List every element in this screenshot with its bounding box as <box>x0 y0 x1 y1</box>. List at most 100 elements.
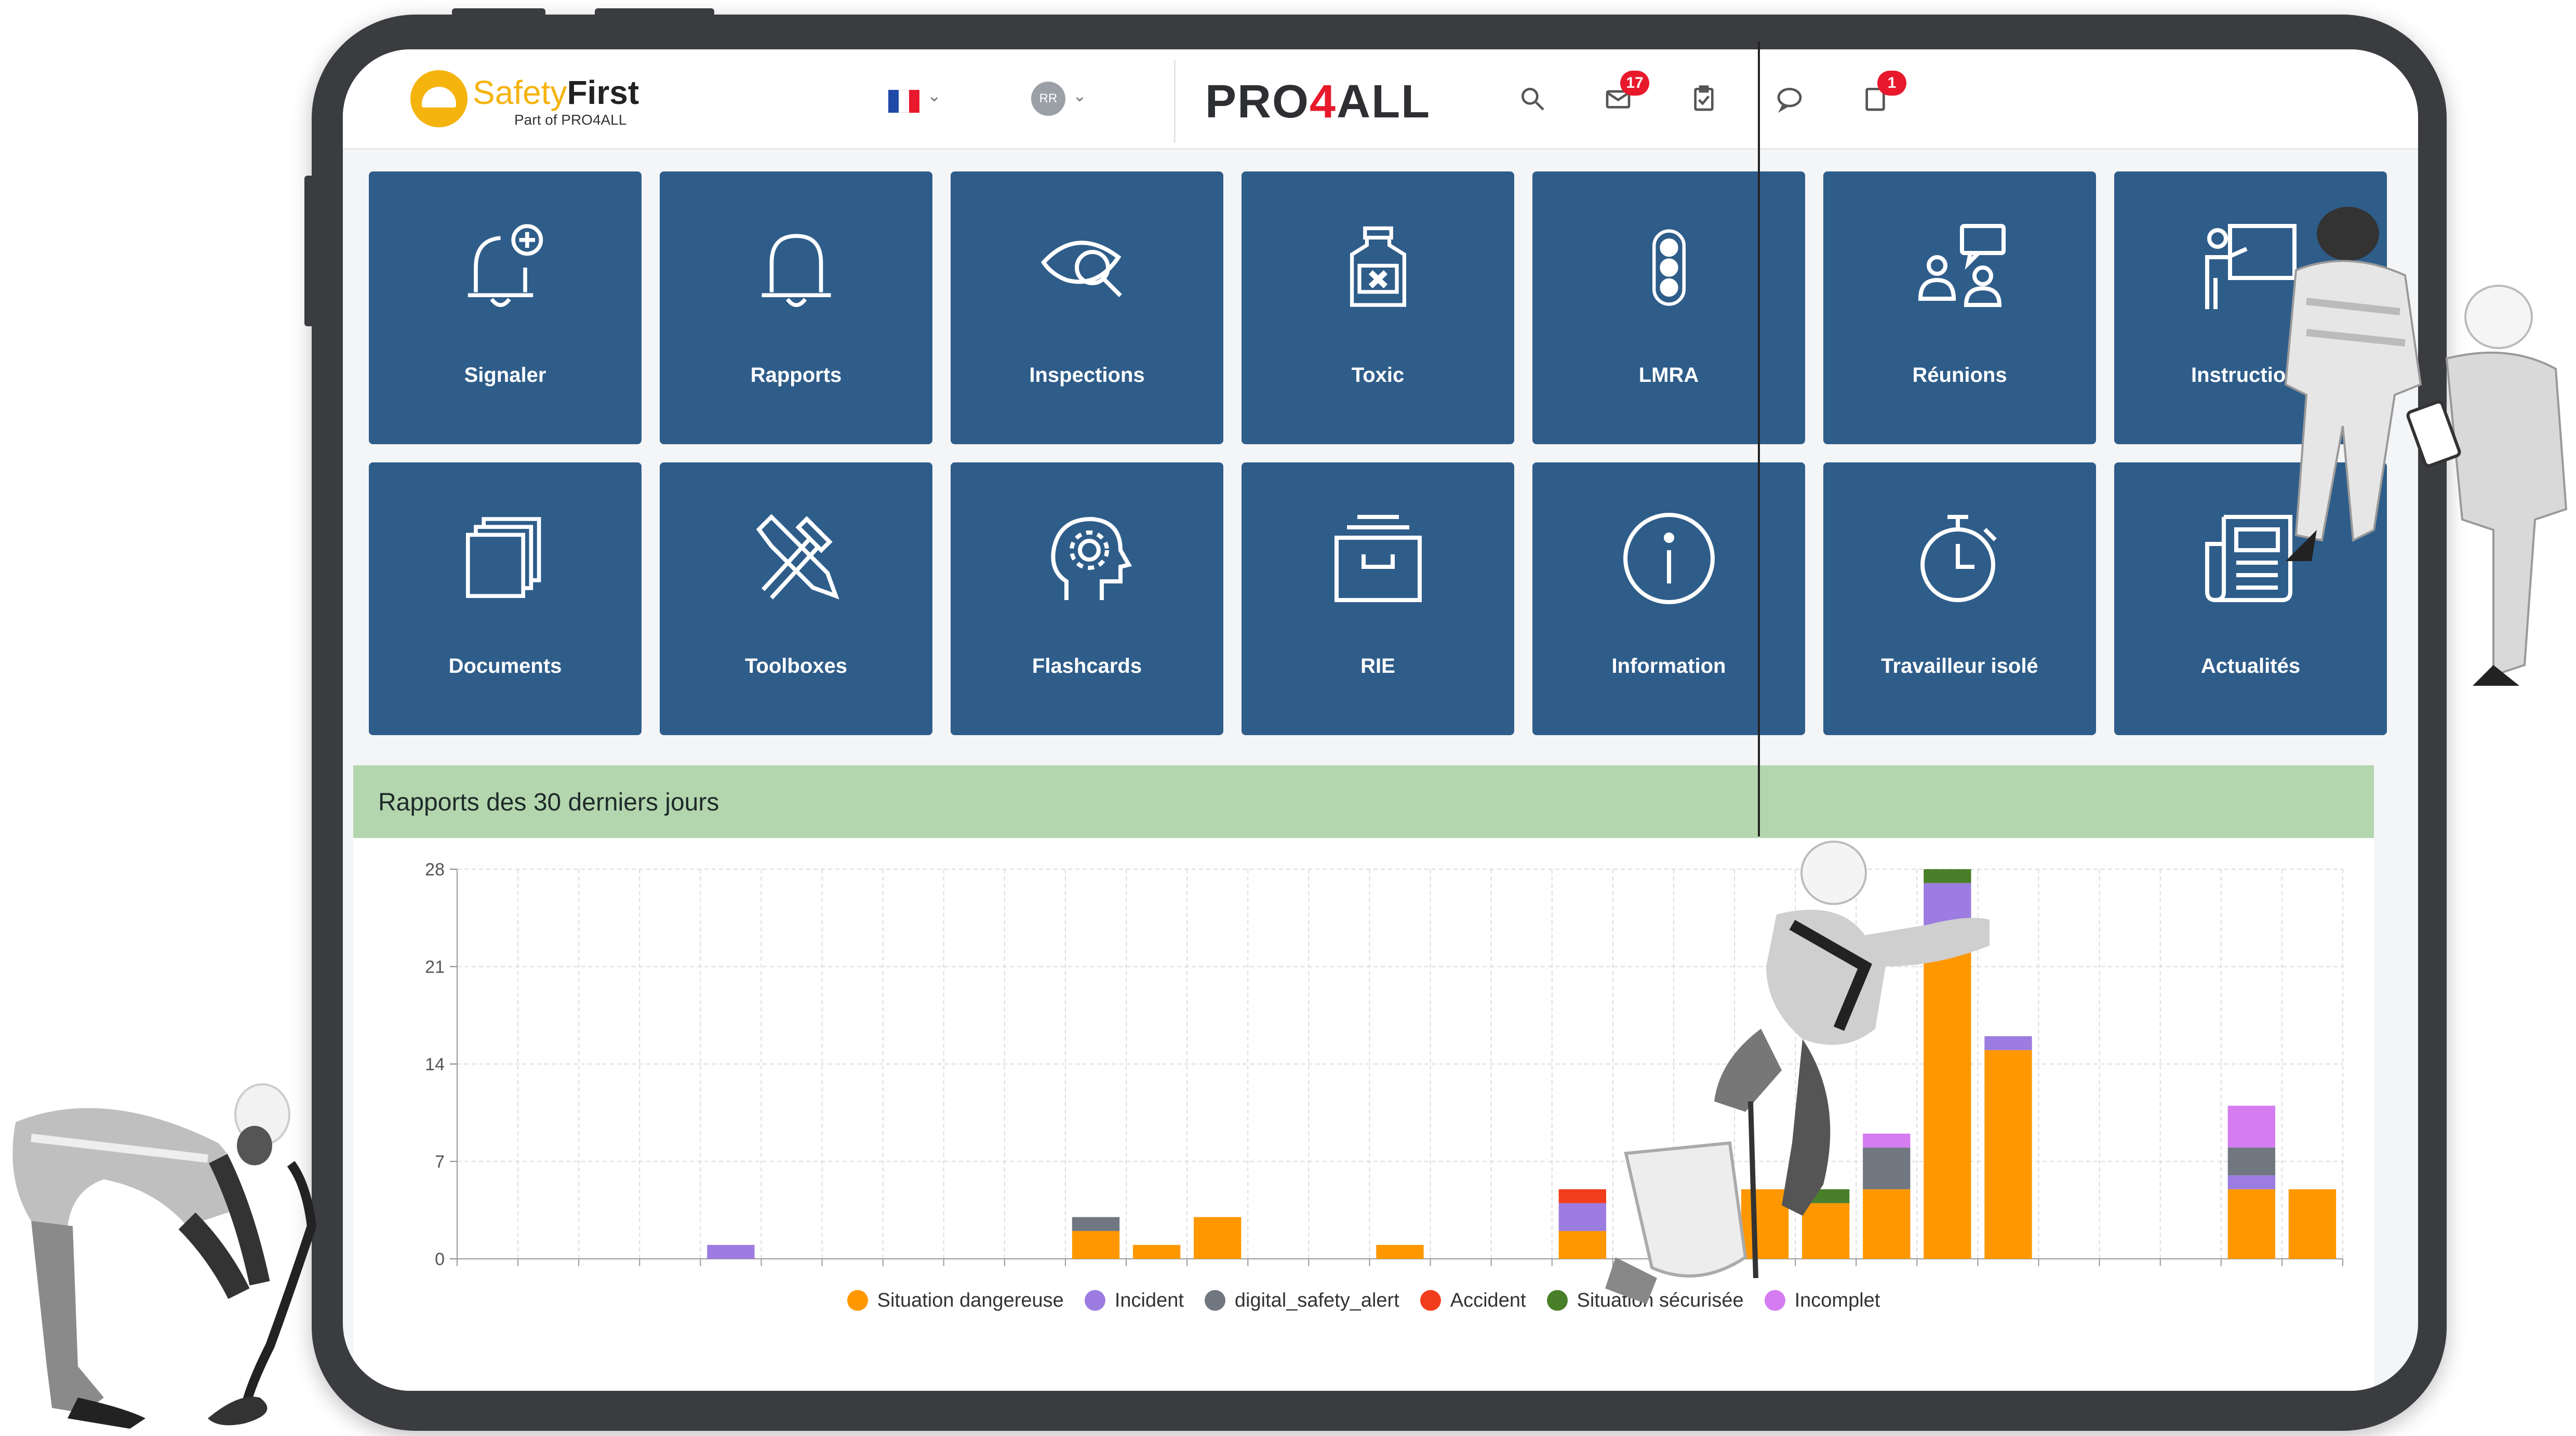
pro4all-text-a: PRO <box>1205 76 1310 128</box>
tile-label: RIE <box>1360 655 1395 677</box>
legend-item[interactable]: Situation dangereuse <box>847 1285 1064 1316</box>
clipboard-check-icon[interactable] <box>1683 78 1725 119</box>
y-tick-label: 7 <box>435 1152 445 1172</box>
mail-badge: 17 <box>1620 71 1649 96</box>
notes-icon[interactable]: 1 <box>1854 71 1906 119</box>
tile-inspections[interactable]: Inspections <box>951 171 1223 444</box>
legend-dot <box>1084 1290 1105 1311</box>
bell-plus-icon <box>369 200 642 335</box>
worker-bending-image <box>12 1083 317 1429</box>
workers-standing-image <box>2284 207 2568 686</box>
brain-gear-icon <box>951 491 1223 626</box>
eye-search-icon <box>951 200 1223 335</box>
bar-segment <box>2227 1147 2276 1176</box>
tablet-button-top <box>595 8 714 17</box>
panel-title: Rapports des 30 derniers jours <box>378 789 719 816</box>
legend-item[interactable]: Incident <box>1084 1285 1184 1316</box>
legend-dot <box>847 1290 868 1311</box>
app-screen: SafetyFirst Part of PRO4ALL 17 1 ⌄ RR ⌄ … <box>343 49 2418 1391</box>
tile-label: Rapports <box>750 364 842 387</box>
chevron-down-icon[interactable]: ⌄ <box>1073 86 1087 105</box>
bar-segment <box>1984 1036 2032 1051</box>
legend-item[interactable]: Accident <box>1420 1285 1526 1316</box>
bar-segment <box>1072 1231 1120 1259</box>
rope-access-worker-image <box>1605 841 1990 1304</box>
traffic-light-icon <box>1532 200 1805 335</box>
legend-item[interactable]: digital_safety_alert <box>1204 1285 1399 1316</box>
top-header: SafetyFirst Part of PRO4ALL 17 1 ⌄ RR ⌄ … <box>343 49 2418 150</box>
bar-segment <box>1194 1217 1242 1259</box>
info-icon <box>1532 491 1805 626</box>
tablet-button-top <box>452 8 545 17</box>
tile-flashcards[interactable]: Flashcards <box>951 462 1223 735</box>
tile-reunions[interactable]: Réunions <box>1823 171 2096 444</box>
search-icon[interactable] <box>1512 78 1553 119</box>
pro4all-logo: PRO4ALL <box>1205 75 1431 129</box>
bar-segment <box>1376 1245 1424 1259</box>
tile-toolboxes[interactable]: Toolboxes <box>660 462 932 735</box>
notes-badge: 1 <box>1877 71 1906 96</box>
header-divider <box>1174 60 1176 143</box>
logo-subtitle: Part of PRO4ALL <box>514 112 627 128</box>
avatar[interactable]: RR <box>1031 82 1065 116</box>
legend-label: Situation dangereuse <box>877 1289 1064 1311</box>
logo-brand-b: First <box>567 74 639 111</box>
tablet-button-side <box>304 176 314 326</box>
safetyfirst-logo[interactable]: SafetyFirst Part of PRO4ALL <box>410 70 670 132</box>
bell-icon <box>660 200 932 335</box>
tile-lmra[interactable]: LMRA <box>1532 171 1805 444</box>
archive-box-icon <box>1242 491 1514 626</box>
bar-segment <box>1984 1050 2032 1259</box>
tile-label: Documents <box>448 655 562 677</box>
bar-segment <box>1072 1217 1120 1231</box>
tile-signaler[interactable]: Signaler <box>369 171 642 444</box>
tile-information[interactable]: Information <box>1532 462 1805 735</box>
mail-icon[interactable]: 17 <box>1597 71 1649 119</box>
bar-segment <box>707 1245 755 1259</box>
french-flag-icon[interactable] <box>888 90 919 113</box>
bar-segment <box>2227 1106 2276 1148</box>
pro4all-text-c: ALL <box>1337 76 1431 128</box>
panel-header: Rapports des 30 derniers jours <box>353 765 2374 838</box>
stopwatch-icon <box>1823 491 2096 626</box>
y-tick-label: 0 <box>435 1249 445 1269</box>
tile-documents[interactable]: Documents <box>369 462 642 735</box>
bar-segment <box>2288 1189 2337 1259</box>
y-tick-label: 21 <box>425 958 445 977</box>
tile-label: LMRA <box>1638 364 1699 387</box>
reports-chart-panel: Rapports des 30 derniers jours 0 7 14 21 28 … <box>353 765 2374 1391</box>
tile-toxic[interactable]: Toxic <box>1242 171 1514 444</box>
chat-icon[interactable] <box>1769 78 1810 119</box>
tile-label: Information <box>1611 655 1726 677</box>
legend-dot <box>1204 1290 1225 1311</box>
tile-label: Toolboxes <box>744 655 848 677</box>
tile-label: Réunions <box>1912 364 2007 387</box>
pro4all-text-b: 4 <box>1310 76 1337 128</box>
tile-travailleur-isole[interactable]: Travailleur isolé <box>1823 462 2096 735</box>
legend-dot <box>1420 1290 1441 1311</box>
chart-legend: Situation dangereuse Incident digital_safe… <box>353 1285 2374 1316</box>
legend-label: Incident <box>1114 1289 1184 1311</box>
documents-icon <box>369 491 642 626</box>
tile-rie[interactable]: RIE <box>1242 462 1514 735</box>
tile-label: Toxic <box>1351 364 1405 387</box>
toxic-bottle-icon <box>1242 200 1514 335</box>
hardhat-icon <box>410 70 468 127</box>
meeting-icon <box>1823 200 2096 335</box>
y-tick-label: 14 <box>425 1055 445 1074</box>
logo-brand-a: Safety <box>473 74 567 111</box>
legend-label: digital_safety_alert <box>1234 1289 1399 1311</box>
tile-label: Travailleur isolé <box>1881 655 2038 677</box>
tile-label: Signaler <box>464 364 546 387</box>
chevron-down-icon[interactable]: ⌄ <box>927 86 941 105</box>
bar-segment <box>2227 1175 2276 1190</box>
tile-label: Flashcards <box>1032 655 1142 677</box>
bar-segment <box>1132 1245 1181 1259</box>
y-tick-label: 28 <box>425 860 445 880</box>
rope-line <box>1758 42 1760 836</box>
tile-rapports[interactable]: Rapports <box>660 171 932 444</box>
legend-label: Accident <box>1450 1289 1526 1311</box>
legend-dot <box>1546 1290 1568 1311</box>
bar-segment <box>2227 1189 2276 1259</box>
tile-label: Inspections <box>1029 364 1145 387</box>
